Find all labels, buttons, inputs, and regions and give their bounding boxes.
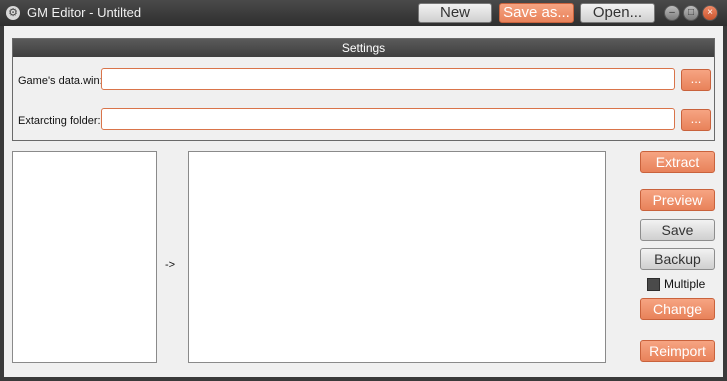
file-list-panel[interactable] [12,151,157,363]
close-button[interactable]: × [702,5,718,21]
multiple-label[interactable]: Multiple [664,277,705,291]
title-bar: ⚙ GM Editor - Untilted New Save as... Op… [0,0,727,26]
save-button[interactable]: Save [640,219,715,241]
data-win-label: Game's data.win: [18,75,103,87]
open-button[interactable]: Open... [580,3,655,23]
content-panel[interactable] [188,151,606,363]
minimize-button[interactable]: – [664,5,680,21]
backup-button[interactable]: Backup [640,248,715,270]
reimport-button[interactable]: Reimport [640,340,715,362]
extract-button[interactable]: Extract [640,151,715,173]
settings-header: Settings [13,39,714,57]
data-win-input[interactable] [101,68,675,90]
browse-data-win-button[interactable]: ... [681,69,711,91]
settings-group: Settings Game's data.win: ... Extarcting… [12,38,715,141]
multiple-checkbox[interactable] [647,278,660,291]
browse-folder-button[interactable]: ... [681,109,711,131]
gear-icon: ⚙ [6,6,20,20]
client-area: Settings Game's data.win: ... Extarcting… [4,26,723,377]
change-button[interactable]: Change [640,298,715,320]
new-button[interactable]: New [418,3,492,23]
arrow-indicator: -> [165,259,176,271]
extracting-folder-input[interactable] [101,108,675,130]
extracting-folder-label: Extarcting folder: [18,115,101,127]
preview-button[interactable]: Preview [640,189,715,211]
save-as-button[interactable]: Save as... [499,3,574,23]
maximize-button[interactable]: □ [683,5,699,21]
window-title: GM Editor - Untilted [27,5,142,20]
